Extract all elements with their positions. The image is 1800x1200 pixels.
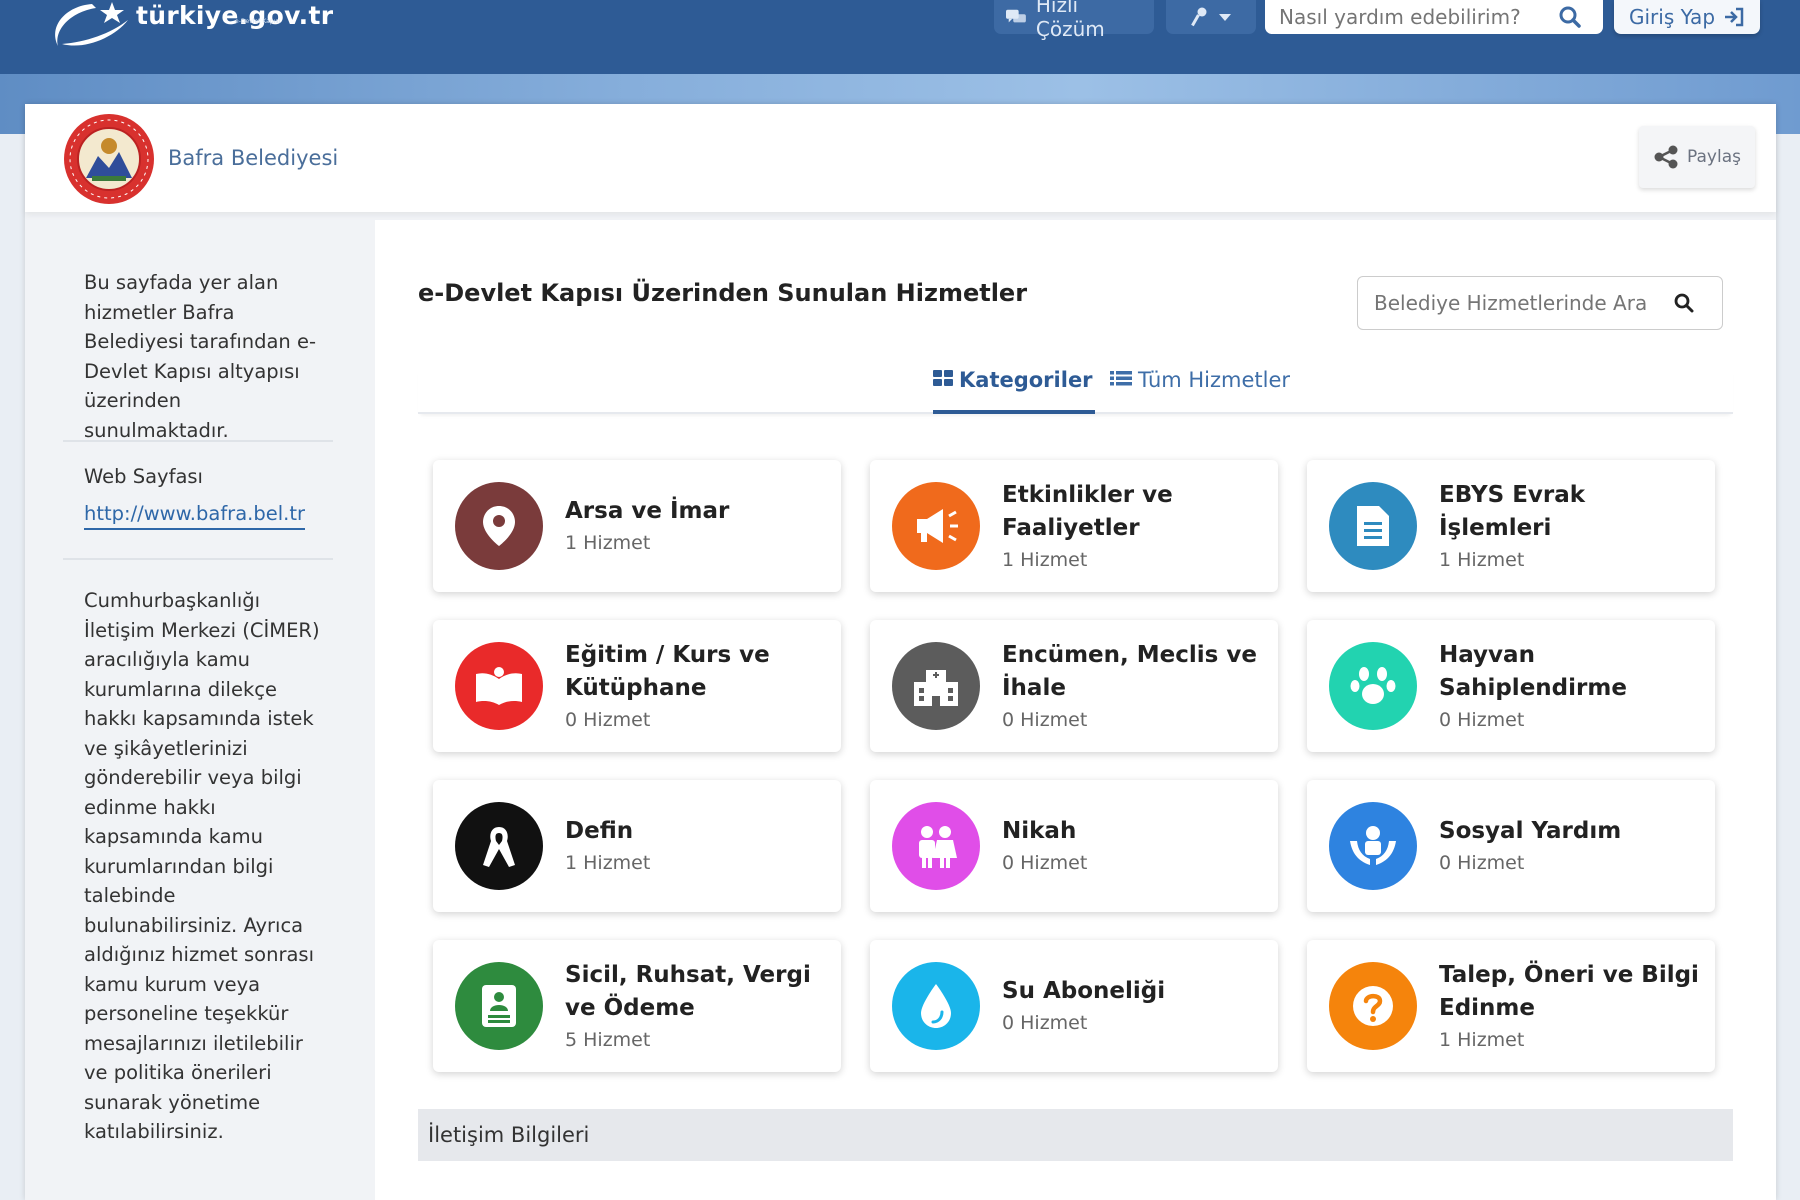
bafra-seal-icon <box>64 114 154 204</box>
category-title: Encümen, Meclis ve İhale <box>1002 641 1257 701</box>
left-sidebar: Bu sayfada yer alan hizmetler Bafra Bele… <box>25 212 375 1200</box>
category-count: 0 Hizmet <box>1002 852 1088 874</box>
category-card-arsa-imar[interactable]: Arsa ve İmar 1 Hizmet <box>433 460 841 592</box>
category-count: 5 Hizmet <box>565 1028 651 1051</box>
license-icon <box>455 962 543 1050</box>
crescent-star-logo-icon <box>55 2 128 46</box>
category-title: Su Aboneliği <box>1002 978 1166 1004</box>
category-card-ebys[interactable]: EBYS Evrak İşlemleri 1 Hizmet <box>1307 460 1715 592</box>
key-icon <box>1191 7 1207 27</box>
category-count: 0 Hizmet <box>565 708 651 731</box>
services-content: e-Devlet Kapısı Üzerinden Sunulan Hizmet… <box>375 220 1776 1200</box>
search-icon[interactable] <box>1674 293 1694 313</box>
logo-text: türkiye.gov.tr <box>136 0 334 30</box>
category-card-defin[interactable]: Defin 1 Hizmet <box>433 780 841 912</box>
share-button[interactable]: Paylaş <box>1639 126 1755 188</box>
grid-icon <box>933 370 953 386</box>
helping-hands-icon <box>1329 802 1417 890</box>
list-icon <box>1110 371 1132 386</box>
sidebar-divider <box>63 440 333 442</box>
category-card-egitim[interactable]: Eğitim / Kurs ve Kütüphane 0 Hizmet <box>433 620 841 752</box>
category-title: Sicil, Ruhsat, Vergi ve Ödeme <box>565 961 811 1021</box>
category-count: 0 Hizmet <box>1439 708 1525 731</box>
header-search-box <box>1265 0 1603 34</box>
contact-info-section-header: İletişim Bilgileri <box>418 1109 1733 1161</box>
main-panel: Bafra Belediyesi Paylaş Bu sayfada yer a… <box>25 104 1776 1200</box>
login-label: Giriş Yap <box>1628 5 1716 29</box>
water-drop-icon <box>892 962 980 1050</box>
turkiye-gov-logo[interactable]: türkiye.gov.tr <box>44 0 333 50</box>
quick-solution-button[interactable]: Hızlı Çözüm <box>994 0 1154 41</box>
category-title: Sosyal Yardım <box>1439 818 1622 844</box>
accessibility-menu-button[interactable] <box>1166 0 1256 34</box>
contact-info-title: İletişim Bilgileri <box>428 1123 590 1147</box>
category-card-hayvan[interactable]: Hayvan Sahiplendirme 0 Hizmet <box>1307 620 1715 752</box>
cimer-info-text: Cumhurbaşkanlığı İletişim Merkezi (CİMER… <box>84 589 320 1143</box>
category-title: EBYS Evrak İşlemleri <box>1439 481 1586 541</box>
building-icon <box>892 642 980 730</box>
category-card-encumen[interactable]: Encümen, Meclis ve İhale 0 Hizmet <box>870 620 1278 752</box>
chat-bubbles-icon <box>1006 9 1026 23</box>
institution-name: Bafra Belediyesi <box>168 146 339 170</box>
sign-in-icon <box>1725 7 1744 27</box>
category-count: 0 Hizmet <box>1002 708 1088 731</box>
category-title: Nikah <box>1002 818 1077 844</box>
ribbon-icon <box>455 802 543 890</box>
category-title: Etkinlikler ve Faaliyetler <box>1002 481 1173 541</box>
share-label: Paylaş <box>1687 147 1741 167</box>
document-icon <box>1329 482 1417 570</box>
category-card-sicil-ruhsat[interactable]: Sicil, Ruhsat, Vergi ve Ödeme 5 Hizmet <box>433 940 841 1072</box>
category-card-su-aboneligi[interactable]: Su Aboneliği 0 Hizmet <box>870 940 1278 1072</box>
category-card-talep-oneri[interactable]: Talep, Öneri ve Bilgi Edinme 1 Hizmet <box>1307 940 1715 1072</box>
view-tabs: Kategoriler Tüm Hizmetler <box>418 366 1733 414</box>
category-count: 1 Hizmet <box>1439 1028 1525 1051</box>
category-card-sosyal-yardim[interactable]: Sosyal Yardım 0 Hizmet <box>1307 780 1715 912</box>
service-search-input[interactable] <box>1374 291 1674 315</box>
top-navbar: türkiye.gov.tr e-Devlet Kapısı Hızlı Çöz… <box>0 0 1800 74</box>
logo-subtext: e-Devlet Kapısı <box>235 18 281 25</box>
sidebar-intro-text: Bu sayfada yer alan hizmetler Bafra Bele… <box>84 271 317 442</box>
search-icon[interactable] <box>1559 6 1581 28</box>
category-count: 1 Hizmet <box>1439 548 1525 571</box>
category-title: Talep, Öneri ve Bilgi Edinme <box>1439 961 1699 1021</box>
quick-solution-label: Hızlı Çözüm <box>1035 0 1105 41</box>
web-page-label: Web Sayfası <box>84 465 203 488</box>
sidebar-divider <box>63 558 333 560</box>
category-title: Arsa ve İmar <box>565 498 730 524</box>
category-count: 1 Hizmet <box>1002 548 1088 571</box>
tab-all-services-label: Tüm Hizmetler <box>1138 368 1291 392</box>
institution-header: Bafra Belediyesi Paylaş <box>25 104 1776 212</box>
page-title: e-Devlet Kapısı Üzerinden Sunulan Hizmet… <box>418 279 1028 307</box>
book-icon <box>455 642 543 730</box>
category-title: Defin <box>565 818 634 844</box>
service-search-box <box>1357 276 1723 330</box>
caret-down-icon <box>1219 14 1231 21</box>
tab-categories-label: Kategoriler <box>959 368 1093 392</box>
map-pin-icon <box>455 482 543 570</box>
tab-categories[interactable]: Kategoriler <box>933 368 1095 414</box>
category-count: 1 Hizmet <box>565 852 651 874</box>
paw-icon <box>1329 642 1417 730</box>
couple-icon <box>892 802 980 890</box>
login-button[interactable]: Giriş Yap <box>1614 0 1760 34</box>
website-link[interactable]: http://www.bafra.bel.tr <box>84 502 306 530</box>
category-count: 1 Hizmet <box>565 532 651 554</box>
header-search-input[interactable] <box>1279 5 1559 29</box>
category-card-nikah[interactable]: Nikah 0 Hizmet <box>870 780 1278 912</box>
category-card-etkinlikler[interactable]: Etkinlikler ve Faaliyetler 1 Hizmet <box>870 460 1278 592</box>
tab-all-services[interactable]: Tüm Hizmetler <box>1110 368 1290 414</box>
category-title: Hayvan Sahiplendirme <box>1439 641 1627 701</box>
category-title: Eğitim / Kurs ve Kütüphane <box>565 641 770 701</box>
category-count: 0 Hizmet <box>1002 1012 1088 1034</box>
megaphone-icon <box>892 482 980 570</box>
category-count: 0 Hizmet <box>1439 852 1525 874</box>
question-icon <box>1329 962 1417 1050</box>
share-icon <box>1654 145 1678 169</box>
institution-logo <box>62 112 156 210</box>
